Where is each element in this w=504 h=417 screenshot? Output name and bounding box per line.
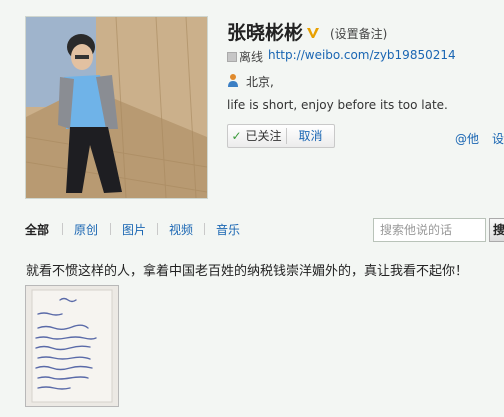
mention-user-link[interactable]: @他 xyxy=(455,130,479,147)
tab-videos[interactable]: 视频 xyxy=(169,221,193,238)
tab-all[interactable]: 全部 xyxy=(25,221,49,238)
followed-label: 已关注 xyxy=(245,129,282,143)
offline-status-icon xyxy=(227,52,237,62)
tab-divider xyxy=(157,223,158,235)
verified-icon xyxy=(306,24,320,38)
tab-images[interactable]: 图片 xyxy=(122,221,146,238)
tab-divider xyxy=(62,223,63,235)
profile-name: 张晓彬彬 xyxy=(227,22,304,44)
handwritten-note-image xyxy=(26,286,118,406)
post-image-thumbnail[interactable] xyxy=(25,285,119,407)
tab-divider xyxy=(204,223,205,235)
follow-button-group: ✓ 已关注 取消 xyxy=(227,124,335,148)
profile-url-link[interactable]: http://weibo.com/zyb19850214 xyxy=(268,48,456,62)
search-button[interactable]: 搜 xyxy=(489,218,504,242)
profile-avatar[interactable] xyxy=(25,16,208,199)
tab-music[interactable]: 音乐 xyxy=(216,221,240,238)
tab-original[interactable]: 原创 xyxy=(74,221,98,238)
check-icon: ✓ xyxy=(231,129,242,143)
search-input[interactable] xyxy=(374,219,485,241)
avatar-photo xyxy=(26,17,207,198)
user-location-icon xyxy=(227,72,239,87)
post-text: 就看不惯这样的人，拿着中国老百姓的纳税钱崇洋媚外的，真让我看不起你！ xyxy=(26,264,469,279)
followed-button[interactable]: ✓ 已关注 xyxy=(228,125,285,147)
search-box xyxy=(373,218,486,242)
settings-link[interactable]: 设 xyxy=(492,130,504,147)
tab-divider xyxy=(110,223,111,235)
online-status: 离线 xyxy=(239,50,264,64)
set-remark-link[interactable]: (设置备注) xyxy=(330,25,387,42)
profile-bio: life is short, enjoy before its too late… xyxy=(227,98,448,112)
cancel-follow-button[interactable]: 取消 xyxy=(287,125,334,147)
profile-location: 北京, xyxy=(246,75,274,89)
